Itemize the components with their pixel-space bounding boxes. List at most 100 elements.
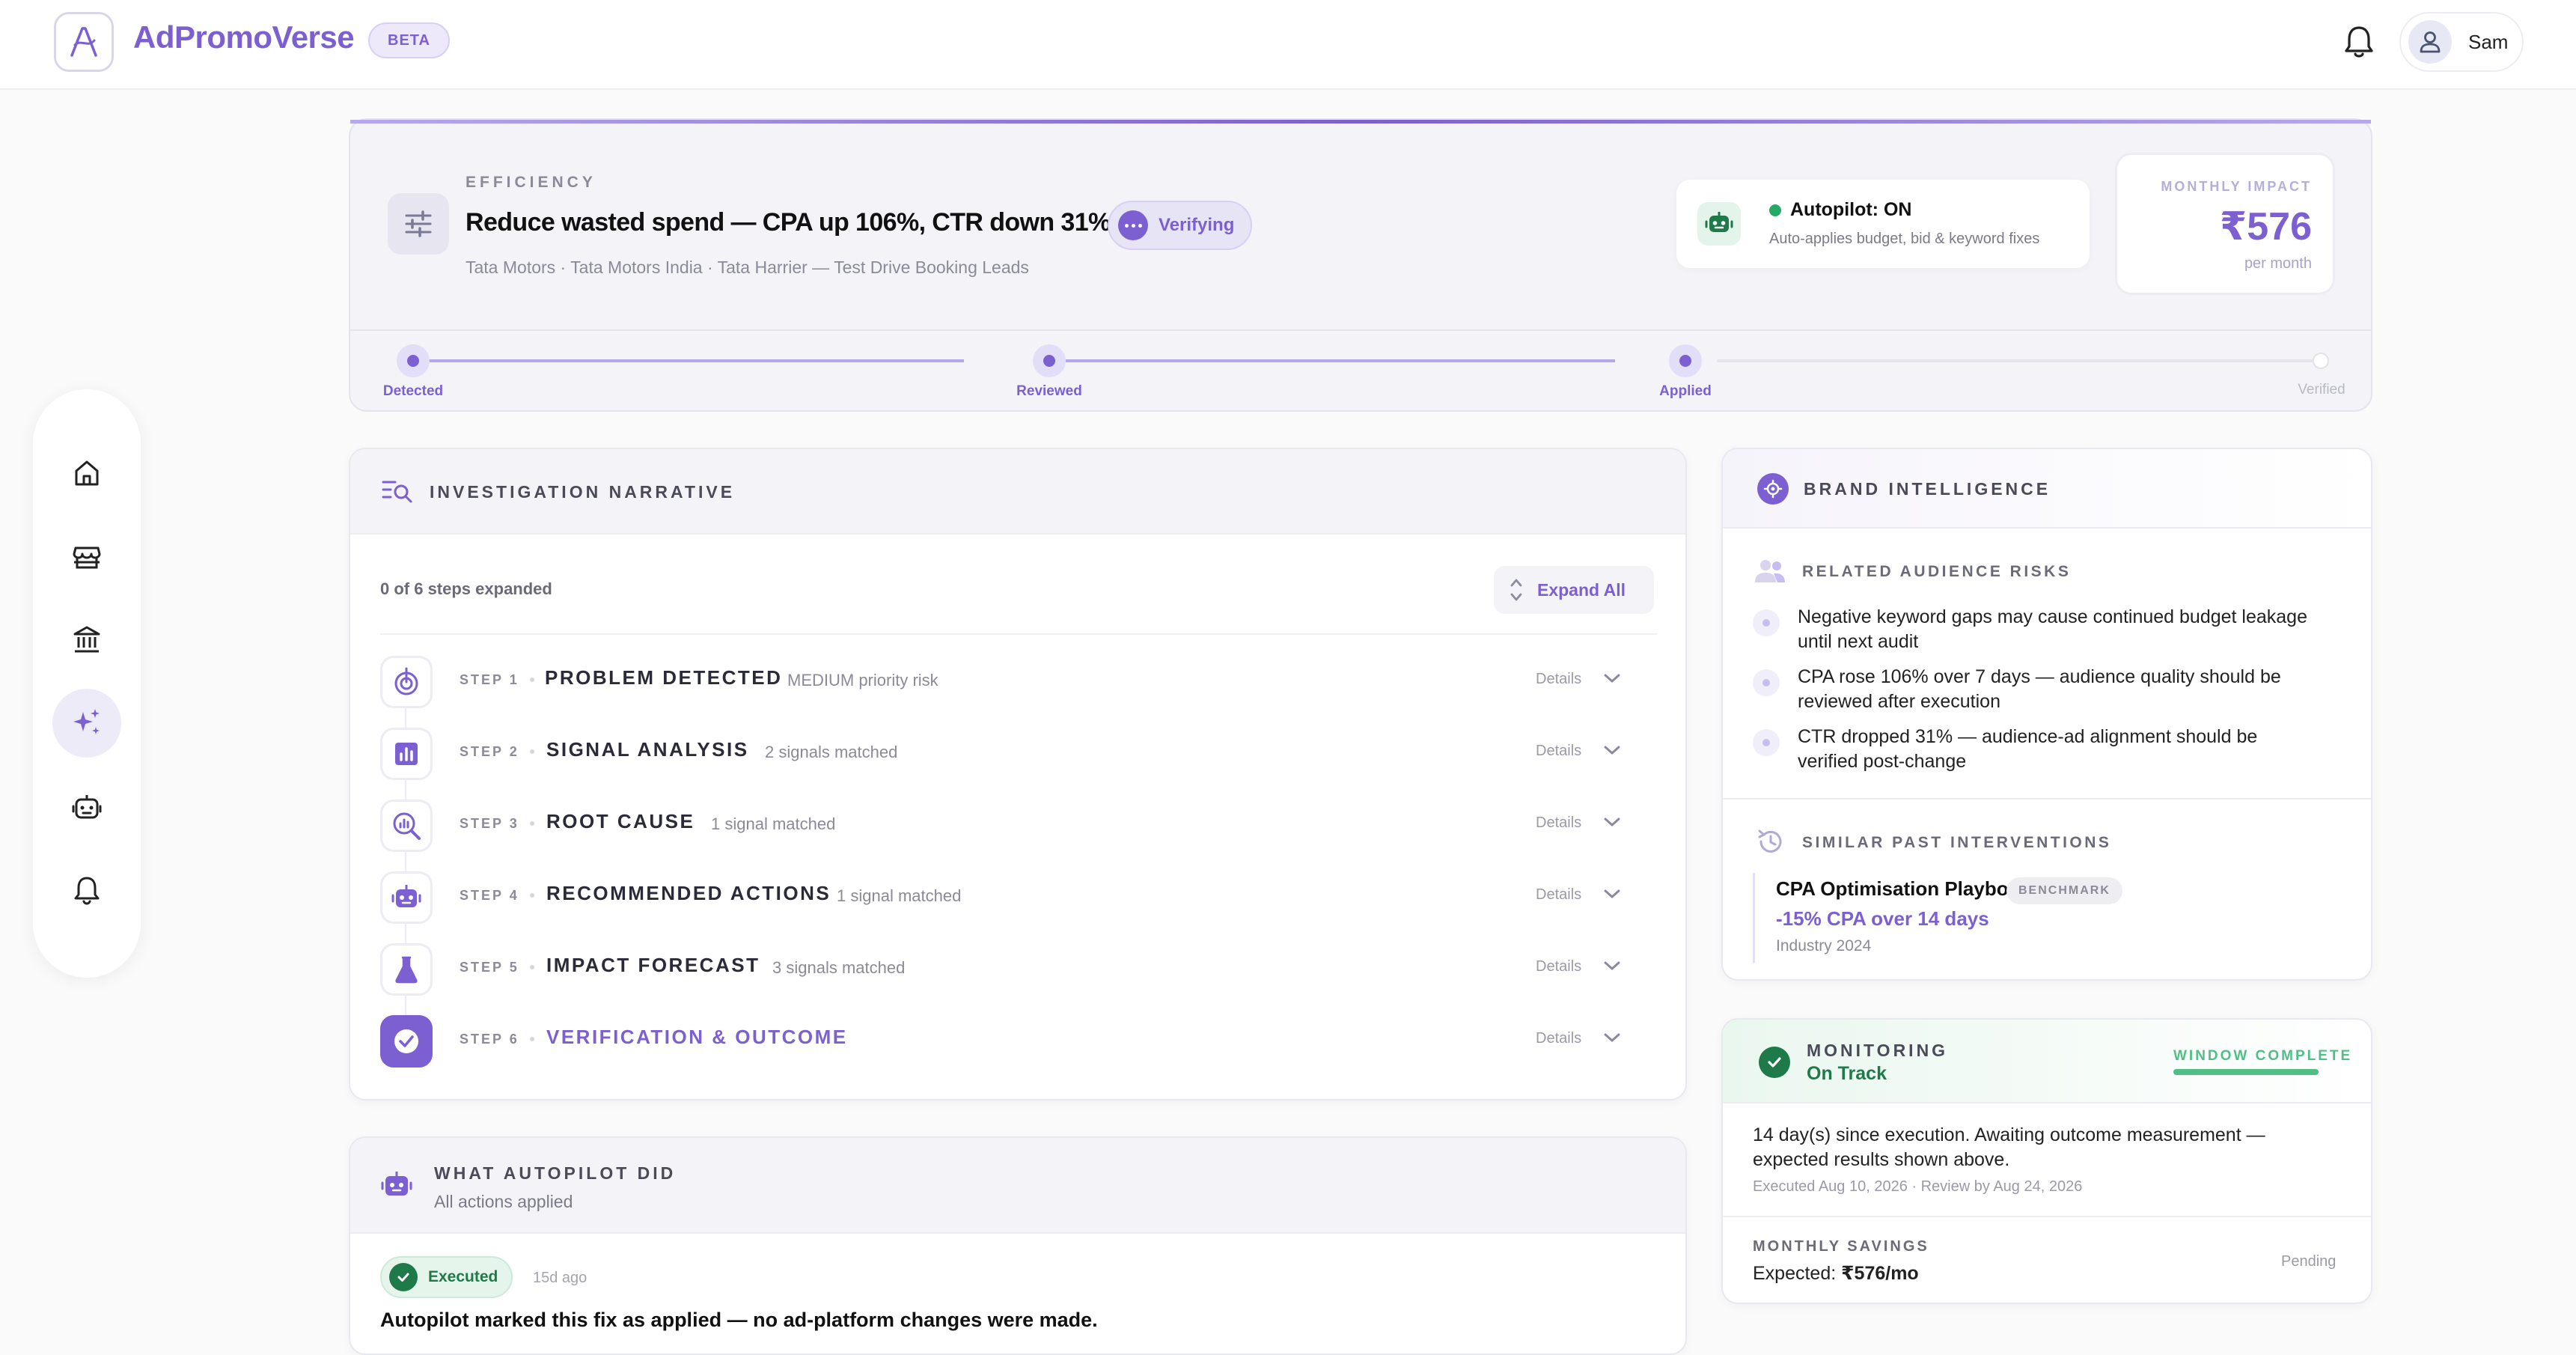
check-circle-icon [380, 1015, 433, 1068]
app-logo[interactable] [54, 12, 114, 72]
steps-expanded-count: 0 of 6 steps expanded [380, 579, 552, 598]
details-label: Details [1536, 743, 1582, 759]
expand-all-label: Expand All [1537, 579, 1626, 600]
step-row-problem-detected[interactable]: STEP 1 PROBLEM DETECTED MEDIUM priority … [350, 645, 1685, 717]
playbook-source: Industry 2024 [1776, 937, 1872, 954]
app-name: AdPromoVerse [133, 19, 355, 55]
chevron-down-icon[interactable] [1602, 958, 1623, 973]
robot-icon [380, 871, 433, 924]
step-meta: MEDIUM priority risk [787, 671, 938, 689]
check-icon [389, 1263, 418, 1291]
robot-icon [72, 795, 102, 819]
step-meta: 2 signals matched [765, 743, 898, 761]
notifications-bell-icon[interactable] [2342, 24, 2375, 60]
playbook-value: -15% CPA over 14 days [1776, 907, 1989, 930]
divider [350, 329, 2371, 331]
step-name: ROOT CAUSE [546, 810, 695, 832]
target-icon [380, 656, 433, 708]
bullet [530, 821, 534, 826]
chevron-down-icon[interactable] [1602, 814, 1623, 829]
avatar [2408, 20, 2452, 64]
chevron-down-icon[interactable] [1602, 671, 1623, 686]
autopilot-message: Autopilot marked this fix as applied — n… [380, 1309, 1098, 1331]
autopilot-status[interactable]: Autopilot: ON Auto-applies budget, bid &… [1676, 180, 2090, 268]
risk-item: CPA rose 106% over 7 days — audience qua… [1753, 665, 2351, 717]
card-title: WHAT AUTOPILOT DID [434, 1163, 677, 1183]
risk-item: Negative keyword gaps may cause continue… [1753, 605, 2351, 657]
sidebar-item-store[interactable] [52, 523, 121, 591]
step-number: STEP 6 [460, 1032, 519, 1047]
step-meta: 3 signals matched [772, 958, 906, 977]
sidebar-item-home[interactable] [52, 439, 121, 508]
status-text: Verifying [1159, 215, 1235, 235]
step-meta: 1 signal matched [837, 886, 962, 905]
step-row-root-cause[interactable]: STEP 3 ROOT CAUSE 1 signal matched Detai… [350, 789, 1685, 861]
risk-text: Negative keyword gaps may cause continue… [1798, 606, 2307, 652]
details-label: Details [1536, 958, 1582, 975]
breadcrumb: Tata Motors · Tata Motors India · Tata H… [466, 258, 1029, 277]
status-badge: Verifying [1108, 201, 1253, 250]
divider [1723, 1216, 2371, 1217]
bullet-dot [1753, 609, 1780, 636]
monitoring-text: 14 day(s) since execution. Awaiting outc… [1753, 1124, 2265, 1170]
autopilot-title: Autopilot: ON [1769, 199, 1911, 221]
benchmark-badge: BENCHMARK [2006, 877, 2122, 904]
monthly-impact: MONTHLY IMPACT ₹576 per month [2115, 153, 2335, 295]
chevron-down-icon[interactable] [1602, 1030, 1623, 1045]
progress-label: Verified [2298, 382, 2345, 398]
step-name: RECOMMENDED ACTIONS [546, 882, 831, 904]
bullet [530, 678, 534, 682]
card-header: WHAT AUTOPILOT DID All actions applied [350, 1138, 1685, 1234]
monitoring-status: On Track [1807, 1063, 1887, 1084]
impact-value: ₹576 [2220, 205, 2312, 249]
section-title: RELATED AUDIENCE RISKS [1802, 563, 2072, 580]
progress-label: Reviewed [1016, 383, 1082, 399]
bullet [530, 893, 534, 898]
executed-label: Executed [428, 1268, 498, 1285]
savings-label: MONTHLY SAVINGS [1753, 1238, 1929, 1255]
expand-all-button[interactable]: Expand All [1494, 566, 1654, 614]
card-title: MONITORING [1807, 1041, 1949, 1060]
progress-label: Detected [382, 383, 444, 399]
sidebar-item-autopilot[interactable] [52, 773, 121, 841]
user-menu[interactable]: Sam [2399, 12, 2524, 72]
chevron-down-icon[interactable] [1602, 743, 1623, 758]
store-icon [73, 546, 101, 569]
autopilot-title-text: Autopilot: ON [1790, 199, 1912, 220]
card-header: INVESTIGATION NARRATIVE [350, 449, 1685, 535]
step-row-recommended-actions[interactable]: STEP 4 RECOMMENDED ACTIONS 1 signal matc… [350, 861, 1685, 933]
progress-dot-verified [2313, 353, 2329, 369]
status-dot [1769, 204, 1781, 216]
more-dots-icon [1118, 210, 1148, 240]
step-number: STEP 4 [460, 888, 519, 903]
risk-item: CTR dropped 31% — audience-ad alignment … [1753, 725, 2351, 777]
issue-headline: Reduce wasted spend — CPA up 106%, CTR d… [466, 208, 1111, 237]
divider [1723, 798, 2371, 800]
step-number: STEP 2 [460, 744, 519, 759]
autopilot-actions-card: WHAT AUTOPILOT DID All actions applied E… [349, 1136, 1687, 1355]
step-row-impact-forecast[interactable]: STEP 5 IMPACT FORECAST 3 signals matched… [350, 933, 1685, 1005]
savings-expected: Expected: ₹576/mo [1753, 1262, 1919, 1285]
sidebar-item-notifications[interactable] [52, 856, 121, 925]
card-accent-line [350, 120, 2371, 124]
progress-label: Applied [1659, 383, 1712, 399]
home-icon [75, 460, 99, 486]
chevron-down-icon[interactable] [1602, 886, 1623, 901]
bell-icon [74, 877, 100, 905]
user-name: Sam [2468, 30, 2509, 53]
progress-dot-reviewed [1033, 344, 1066, 377]
autopilot-subtitle: Auto-applies budget, bid & keyword fixes [1769, 231, 2040, 247]
card-header: BRAND INTELLIGENCE [1723, 449, 2371, 529]
sidebar-item-bank[interactable] [52, 605, 121, 674]
expected-value: ₹576/mo [1841, 1263, 1919, 1284]
step-row-signal-analysis[interactable]: STEP 2 SIGNAL ANALYSIS 2 signals matched… [350, 717, 1685, 789]
step-row-verification-outcome[interactable]: STEP 6 VERIFICATION & OUTCOME Details [350, 1005, 1685, 1077]
past-intervention-item[interactable]: CPA Optimisation Playbook BENCHMARK -15%… [1753, 873, 2337, 963]
step-number: STEP 5 [460, 960, 519, 975]
bank-icon [73, 626, 100, 653]
expand-icon [1510, 579, 1522, 601]
monitoring-card: MONITORING On Track WINDOW COMPLETE 14 d… [1721, 1018, 2372, 1304]
sidebar-item-ai-insights[interactable] [52, 689, 121, 758]
magnifier-chart-icon [380, 800, 433, 852]
pending-status: Pending [2281, 1253, 2337, 1270]
